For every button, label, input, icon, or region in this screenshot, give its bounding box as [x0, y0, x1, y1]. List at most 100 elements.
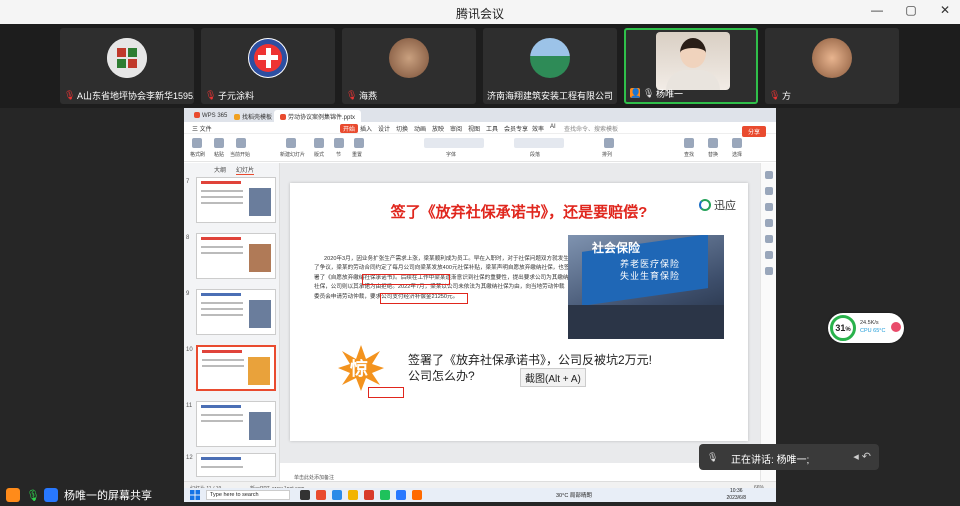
weather-tray[interactable]: 30°C 局部晴朗	[556, 491, 592, 499]
speaker-name: 杨唯一;	[776, 455, 810, 466]
office-photo[interactable]: 社会保险 养老医疗保险 失业生育保险	[568, 235, 724, 339]
mic-icon: 🎙	[707, 452, 719, 462]
meeting-icon[interactable]	[396, 490, 406, 500]
menu-bar: 三 文件 开始 插入 设计 切换 动画 放映 审阅 视图 工具 会员专享 效率 …	[184, 122, 776, 134]
slide-thumbnail-selected[interactable]	[196, 345, 276, 391]
menu-efficiency[interactable]: 效率	[532, 124, 544, 133]
command-search[interactable]: 查找命令、搜索模板	[564, 124, 618, 133]
screen-share-icon	[44, 488, 58, 502]
minimize-button[interactable]: —	[870, 3, 884, 17]
slide-thumbnail[interactable]	[196, 453, 276, 477]
mic-muted-icon: 🎙	[64, 90, 76, 100]
menu-review[interactable]: 审阅	[450, 124, 462, 133]
mic-icon: 🎙	[643, 88, 655, 98]
slide-thumbnail-pane: 大纲 幻灯片 7 8 9 10 11 12	[184, 163, 280, 481]
participant-name: 海燕	[359, 90, 378, 101]
settings-tool-icon[interactable]	[764, 251, 773, 259]
menu-member[interactable]: 会员专享	[504, 124, 528, 133]
slide-editor-canvas[interactable]: 签了《放弃社保承诺书》，还是要赔偿? 迅应 2020年3月，因业务扩张生产需求上…	[280, 163, 760, 463]
section-icon[interactable]	[334, 138, 344, 148]
slide-thumbnail[interactable]	[196, 177, 276, 223]
wechat-icon[interactable]	[380, 490, 390, 500]
collapse-icon[interactable]: ◂ ↶	[853, 450, 871, 463]
avatar	[248, 38, 288, 78]
menu-file[interactable]: 三 文件	[192, 124, 212, 133]
font-select[interactable]	[424, 138, 484, 148]
tab-slides[interactable]: 幻灯片	[236, 165, 255, 175]
new-slide-icon[interactable]	[286, 138, 296, 148]
ribbon-toolbar: 格式刷 粘贴 当前开始 新建幻灯片 版式 节 重置 字体 段落 排列 查找 替换…	[184, 134, 776, 162]
help-tool-icon[interactable]	[764, 267, 773, 275]
find-icon[interactable]	[684, 138, 694, 148]
highlight-box	[362, 274, 450, 285]
format-painter-icon[interactable]	[192, 138, 202, 148]
menu-slideshow[interactable]: 放映	[432, 124, 444, 133]
play-icon[interactable]	[236, 138, 246, 148]
participant-tile[interactable]: 济南海翔建筑安装工程有限公司	[483, 28, 617, 104]
system-monitor-widget[interactable]: 31% 24.5K/s CPU 65°C	[828, 313, 904, 343]
edge-icon[interactable]	[332, 490, 342, 500]
participant-tile[interactable]: 🎙 A山东省地坪协会李新华1595...	[60, 28, 194, 104]
menu-insert[interactable]: 插入	[360, 124, 372, 133]
mic-icon[interactable]: 🎙	[26, 489, 40, 502]
pane-tabs: 大纲 幻灯片	[214, 165, 255, 175]
chrome-icon[interactable]	[364, 490, 374, 500]
select-icon[interactable]	[732, 138, 742, 148]
menu-ai[interactable]: AI	[550, 124, 556, 130]
participant-tile[interactable]: 🎙 海燕	[342, 28, 476, 104]
layout-icon[interactable]	[314, 138, 324, 148]
participant-tile[interactable]: 🎙 方	[765, 28, 899, 104]
maximize-button[interactable]: ▢	[904, 3, 918, 17]
participant-name: 方	[782, 90, 792, 101]
tab-document[interactable]: 劳动协议案例集锦件.pptx	[274, 110, 362, 122]
app-icon[interactable]	[412, 490, 422, 500]
reset-icon[interactable]	[354, 138, 364, 148]
heart-icon	[891, 322, 901, 332]
right-tool-panel	[760, 163, 776, 481]
folder-icon[interactable]	[348, 490, 358, 500]
menu-view[interactable]: 视图	[468, 124, 480, 133]
participant-tile[interactable]: 🎙 子元涂料	[201, 28, 335, 104]
animation-tool-icon[interactable]	[764, 203, 773, 211]
menu-design[interactable]: 设计	[378, 124, 390, 133]
menu-home[interactable]: 开始	[340, 124, 359, 133]
menu-tools[interactable]: 工具	[486, 124, 498, 133]
replace-icon[interactable]	[708, 138, 718, 148]
monitor-info: 24.5K/s CPU 65°C	[860, 320, 886, 334]
shape-tool-icon[interactable]	[764, 187, 773, 195]
participant-name: 子元涂料	[218, 90, 255, 101]
slide-thumbnail[interactable]	[196, 233, 276, 279]
template-icon	[234, 114, 240, 120]
slide-thumbnail[interactable]	[196, 289, 276, 335]
paste-icon[interactable]	[214, 138, 224, 148]
paragraph-tools[interactable]	[514, 138, 564, 148]
speaking-label: 正在讲话:	[731, 455, 774, 466]
slide-question-2[interactable]: 公司怎么办?	[408, 367, 475, 384]
participant-name-bar: 🎙 A山东省地坪协会李新华1595...	[60, 88, 194, 102]
slide-title[interactable]: 签了《放弃社保承诺书》，还是要赔偿?	[290, 201, 748, 222]
tab-wps[interactable]: WPS 365	[188, 110, 233, 122]
avatar	[107, 38, 147, 78]
arrange-icon[interactable]	[604, 138, 614, 148]
participant-tile-active[interactable]: 👤 🎙 杨唯一	[624, 28, 758, 104]
menu-transition[interactable]: 切换	[396, 124, 408, 133]
notes-placeholder[interactable]: 单击此处添加备注	[294, 474, 334, 481]
participant-strip: 🎙 A山东省地坪协会李新华1595... 🎙 子元涂料 🎙 海燕 济南海翔建筑安…	[0, 24, 960, 108]
shared-screen: WPS 365 找稻壳模板 劳动协议案例集锦件.pptx 三 文件 开始 插入 …	[184, 108, 776, 502]
select-tool-icon[interactable]	[764, 171, 773, 179]
format-tool-icon[interactable]	[764, 219, 773, 227]
avatar	[389, 38, 429, 78]
slide-thumbnail[interactable]	[196, 401, 276, 447]
tab-outline[interactable]: 大纲	[214, 165, 226, 175]
mic-muted-icon: 🎙	[769, 90, 781, 100]
taskbar-clock[interactable]: 10:36 2023/6/8	[727, 488, 746, 502]
slide-question-1[interactable]: 签署了《放弃社保承诺书》，公司反被坑2万元!	[408, 351, 652, 368]
participant-name: 济南海翔建筑安装工程有限公司	[487, 90, 614, 101]
tab-template[interactable]: 找稻壳模板	[228, 110, 278, 122]
close-button[interactable]: ✕	[938, 3, 952, 17]
current-slide[interactable]: 签了《放弃社保承诺书》，还是要赔偿? 迅应 2020年3月，因业务扩张生产需求上…	[290, 183, 748, 441]
menu-animation[interactable]: 动画	[414, 124, 426, 133]
share-button[interactable]: 分享	[741, 126, 766, 137]
zoom-tool-icon[interactable]	[764, 235, 773, 243]
participant-name-bar: 🎙 子元涂料	[201, 88, 254, 102]
